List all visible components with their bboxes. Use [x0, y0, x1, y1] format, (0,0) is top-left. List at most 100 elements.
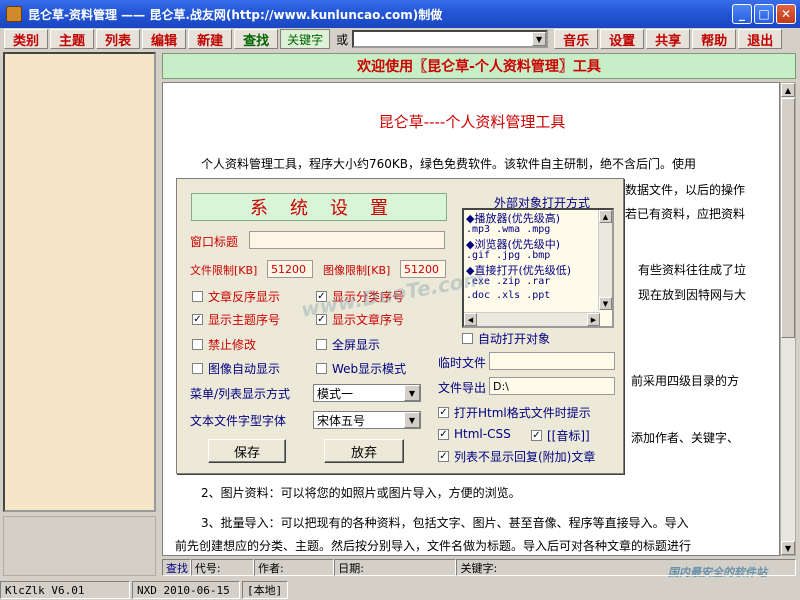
minimize-button[interactable]: _ [732, 4, 752, 24]
status-bar: 查找 代号: 作者: 日期: 关键字: [162, 559, 796, 576]
doc-line: 2、图片资料：可以将您的如照片或图片导入，方便的浏览。 [201, 486, 521, 500]
window-controls: _ □ ✕ [732, 4, 796, 24]
bottom-status-bar: KlcZlk V6.01 NXD 2010-06-15 [本地] [0, 580, 800, 600]
doc-title: 昆仑草----个人资料管理工具 [378, 113, 566, 131]
status-code: 代号: [190, 559, 254, 576]
status-keyword: 关键字: [456, 559, 796, 576]
list-vscrollbar[interactable]: ▲ ▼ [598, 210, 612, 310]
cancel-button[interactable]: 放弃 [324, 439, 404, 463]
html-prompt-checkbox[interactable]: ✓ 打开Html格式文件时提示 [438, 404, 591, 421]
html-css-checkbox[interactable]: ✓ Html-CSS [438, 427, 511, 441]
image-limit-label: 图像限制[KB] [323, 264, 391, 277]
page-title: 欢迎使用〖昆仑草-个人资料管理〗工具 [162, 53, 796, 79]
scroll-up-icon[interactable]: ▲ [781, 83, 795, 97]
music-tag-checkbox[interactable]: ✓ [[音标]] [531, 427, 590, 444]
left-info-panel [3, 516, 156, 576]
checkbox-mark [316, 363, 327, 374]
list-item: .gif .jpg .bmp [466, 250, 551, 261]
doc-line: 前先创建想应的分类、主题。然后按分别导入，文件名做为标题。导入后可对各种文章的标… [175, 539, 692, 553]
doc-line: 数据文件，以后的操作 [625, 183, 746, 197]
close-button[interactable]: ✕ [776, 4, 796, 24]
title-bar: 昆仑草-资料管理 —— 昆仑草.战友网(http://www.kunluncao… [0, 0, 800, 28]
menu-list[interactable]: 列表 [96, 29, 141, 49]
date-label: NXD 2010-06-15 [132, 581, 240, 599]
menu-mode-label: 菜单/列表显示方式 [190, 387, 291, 401]
version-label: KlcZlk V6.01 [0, 581, 130, 599]
menu-edit[interactable]: 编辑 [142, 29, 187, 49]
find-button[interactable]: 查找 [234, 29, 279, 49]
scroll-down-icon[interactable]: ▼ [781, 541, 795, 555]
doc-line: 添加作者、关键字、 [631, 431, 740, 445]
menu-topic[interactable]: 主题 [50, 29, 95, 49]
menu-help[interactable]: 帮助 [692, 29, 737, 49]
reverse-order-checkbox[interactable]: 文章反序显示 [192, 288, 280, 305]
font-label: 文本文件字型字体 [190, 414, 287, 428]
list-item: .doc .xls .ppt [466, 290, 551, 301]
menu-music[interactable]: 音乐 [554, 29, 599, 49]
doc-line: 3、批量导入：可以把现有的各种资料，包括文字、图片、甚至音像、程序等直接导入。导… [201, 516, 689, 530]
font-select[interactable]: 宋体五号 ▼ [313, 411, 421, 429]
keyword-label: 关键字 [280, 29, 331, 49]
scroll-thumb[interactable] [781, 98, 795, 338]
menu-new[interactable]: 新建 [188, 29, 233, 49]
window-title: 昆仑草-资料管理 —— 昆仑草.战友网(http://www.kunluncao… [28, 7, 443, 22]
menu-settings[interactable]: 设置 [600, 29, 645, 49]
window-title-input[interactable] [249, 231, 445, 249]
web-mode-checkbox[interactable]: Web显示模式 [316, 360, 406, 377]
chevron-down-icon[interactable]: ▼ [404, 385, 420, 401]
auto-show-image-checkbox[interactable]: 图像自动显示 [192, 360, 280, 377]
export-label: 文件导出 [438, 381, 487, 395]
checkbox-mark: ✓ [438, 451, 449, 462]
maximize-button[interactable]: □ [754, 4, 774, 24]
file-limit-label: 文件限制[KB] [190, 264, 258, 277]
doc-line: 个人资料管理工具，程序大小约760KB，绿色免费软件。该软件自主研制，绝不含后门… [201, 157, 697, 171]
temp-file-label: 临时文件 [438, 356, 487, 370]
app-icon [6, 6, 22, 22]
checkbox-mark [462, 333, 473, 344]
menu-category[interactable]: 类别 [4, 29, 49, 49]
no-reply-checkbox[interactable]: ✓ 列表不显示回复(附加)文章 [438, 448, 595, 465]
doc-line: 前采用四级目录的方 [631, 374, 740, 388]
status-find-button[interactable]: 查找 [162, 559, 191, 576]
checkbox-mark [316, 339, 327, 350]
checkbox-mark: ✓ [438, 428, 449, 440]
list-item: .mp3 .wma .mpg [466, 224, 551, 235]
checkbox-mark: ✓ [531, 430, 542, 441]
show-topic-number-checkbox[interactable]: ✓ 显示主题序号 [192, 311, 280, 328]
window-title-label: 窗口标题 [190, 235, 239, 249]
scroll-left-icon[interactable]: ◀ [464, 313, 477, 326]
menu-share[interactable]: 共享 [646, 29, 691, 49]
status-date: 日期: [334, 559, 457, 576]
export-input[interactable]: D:\ [489, 377, 615, 395]
doc-line: 现在放到因特网与大 [638, 288, 747, 302]
chevron-down-icon[interactable]: ▼ [404, 412, 420, 428]
category-tree-panel[interactable] [3, 52, 156, 512]
dialog-title: 系统设置 [191, 193, 447, 221]
doc-line: 若已有资料，应把资料 [625, 207, 746, 221]
list-hscrollbar[interactable]: ◀ ▶ [464, 312, 600, 326]
chevron-down-icon[interactable]: ▼ [532, 32, 547, 46]
temp-file-input[interactable] [489, 352, 615, 370]
auto-open-checkbox[interactable]: 自动打开对象 [462, 330, 550, 347]
document-scrollbar[interactable]: ▲ ▼ [780, 82, 796, 556]
scroll-up-icon[interactable]: ▲ [599, 210, 612, 223]
disable-edit-checkbox[interactable]: 禁止修改 [192, 336, 256, 353]
save-button[interactable]: 保存 [208, 439, 286, 463]
file-limit-input[interactable]: 51200 [267, 260, 313, 278]
checkbox-mark: ✓ [438, 407, 449, 418]
menu-mode-select[interactable]: 模式一 ▼ [313, 384, 421, 402]
or-label: 或 [336, 32, 349, 47]
external-open-list[interactable]: ◆播放器(优先级高) .mp3 .wma .mpg ◆浏览器(优先级中) .gi… [462, 208, 614, 328]
checkbox-mark [192, 339, 203, 350]
location-label: [本地] [242, 581, 288, 599]
scroll-down-icon[interactable]: ▼ [599, 297, 612, 310]
fullscreen-checkbox[interactable]: 全屏显示 [316, 336, 380, 353]
doc-line: 有些资料往往成了垃 [638, 263, 747, 277]
status-author: 作者: [253, 559, 335, 576]
checkbox-mark [192, 363, 203, 374]
search-input[interactable]: ▼ [352, 30, 549, 48]
checkbox-mark: ✓ [192, 314, 203, 325]
checkbox-mark [192, 291, 203, 302]
menu-exit[interactable]: 退出 [738, 29, 783, 49]
scroll-right-icon[interactable]: ▶ [587, 313, 600, 326]
